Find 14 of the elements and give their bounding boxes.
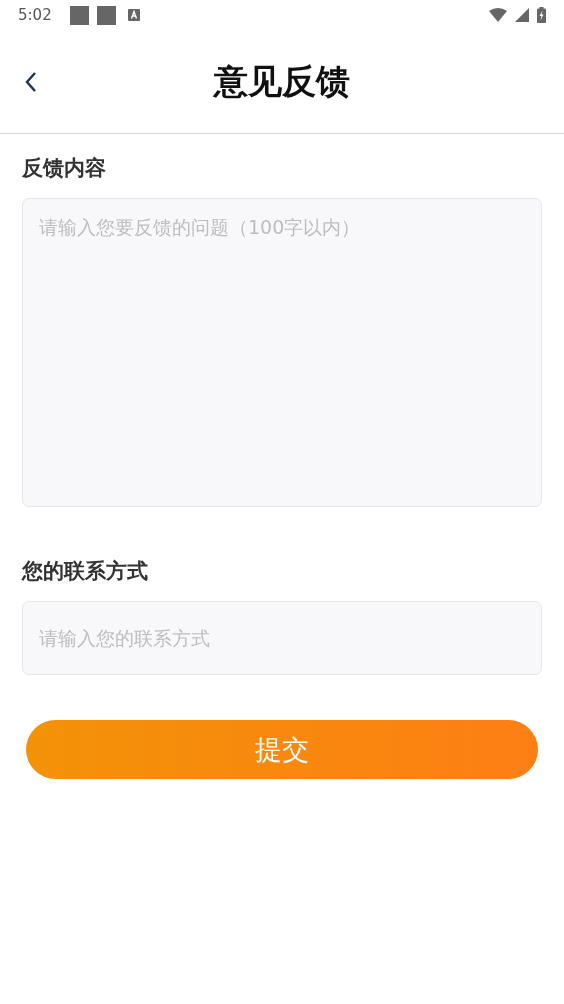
status-time: 5:02 <box>18 6 52 24</box>
keyboard-icon <box>127 9 140 21</box>
wifi-icon <box>489 8 507 22</box>
back-icon[interactable] <box>24 71 38 93</box>
feedback-textarea[interactable]: 请输入您要反馈的问题（100字以内） <box>22 198 542 507</box>
field-label: 反馈内容 <box>22 155 107 182</box>
battery-icon <box>537 7 546 23</box>
page-title: 意见反馈 <box>214 59 350 103</box>
notification-icon <box>96 5 116 25</box>
notification-icon <box>69 5 89 25</box>
contact-input-field[interactable]: 请输入您的联系方式 <box>22 601 542 675</box>
submit-button[interactable]: 提交 <box>26 720 538 779</box>
signal-icon <box>515 8 529 22</box>
field-label: 您的联系方式 <box>22 558 149 585</box>
